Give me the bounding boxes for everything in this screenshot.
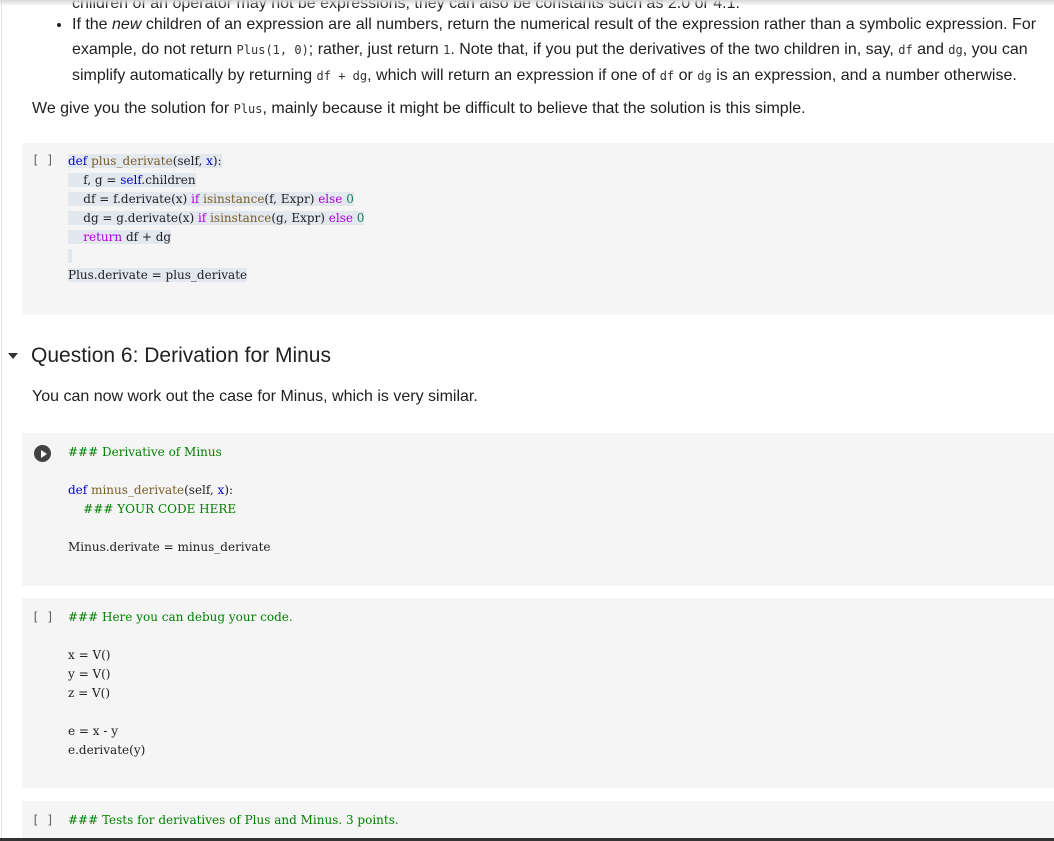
question-description: You can now work out the case for Minus,… — [32, 388, 478, 405]
code-cell-debug[interactable]: [ ] ### Here you can debug your code. x … — [22, 598, 1054, 788]
solution-paragraph: We give you the solution for Plus, mainl… — [32, 100, 806, 117]
rules-list: If the new children of an expression are… — [48, 12, 1044, 89]
code-cell-plus-derivate[interactable]: [ ] def plus_derivate(self, x): f, g = s… — [22, 143, 1054, 315]
section-title: Question 6: Derivation for Minus — [31, 344, 331, 367]
code-editor[interactable]: ### Tests for derivatives of Plus and Mi… — [68, 811, 399, 830]
rule-numbers-item: If the new children of an expression are… — [72, 12, 1044, 89]
cell-run-gutter[interactable]: [ ] — [32, 153, 54, 167]
page-left-border — [1, 0, 2, 841]
top-shadow — [0, 0, 1054, 6]
collapse-caret-icon[interactable] — [8, 353, 18, 359]
code-editor[interactable]: ### Here you can debug your code. x = V(… — [68, 608, 293, 760]
code-editor[interactable]: ### Derivative of Minus def minus_deriva… — [68, 443, 271, 557]
code-cell-tests[interactable]: [ ] ### Tests for derivatives of Plus an… — [22, 801, 1054, 841]
run-cell-button[interactable] — [34, 445, 51, 462]
section-header-question-6[interactable]: Question 6: Derivation for Minus — [8, 344, 331, 368]
cell-run-gutter[interactable]: [ ] — [32, 610, 54, 624]
code-editor[interactable]: def plus_derivate(self, x): f, g = self.… — [68, 152, 365, 285]
cell-run-gutter[interactable]: [ ] — [32, 813, 54, 827]
code-cell-minus-derivate[interactable]: ### Derivative of Minus def minus_deriva… — [22, 433, 1054, 586]
